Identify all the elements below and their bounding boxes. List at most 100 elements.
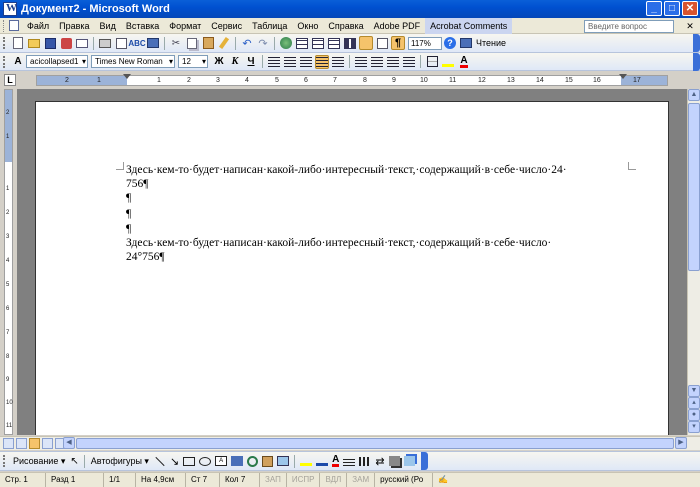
left-indent-marker[interactable] xyxy=(123,74,131,79)
horizontal-scroll-thumb[interactable] xyxy=(76,438,674,449)
empty-paragraph[interactable]: ¶ xyxy=(126,191,628,205)
empty-paragraph[interactable]: ¶ xyxy=(126,222,628,236)
close-button[interactable]: ✕ xyxy=(682,1,698,16)
arrow-style-icon[interactable]: ⇄ xyxy=(375,455,384,468)
status-column[interactable]: Кол 7 xyxy=(220,473,260,487)
menu-file[interactable]: Файл xyxy=(22,18,54,34)
menu-tools[interactable]: Сервис xyxy=(206,18,247,34)
insert-excel-icon[interactable] xyxy=(327,36,341,50)
zoom-select[interactable]: 117% xyxy=(408,36,442,50)
status-overtype[interactable]: ЗАМ xyxy=(347,473,376,487)
help-icon[interactable]: ? xyxy=(443,36,457,50)
toolbar-options-button[interactable] xyxy=(693,34,700,52)
highlight-icon[interactable] xyxy=(441,55,455,69)
word-app-icon[interactable] xyxy=(3,2,17,16)
redo-icon[interactable]: ↷ xyxy=(256,36,270,50)
ask-question-input[interactable]: Введите вопрос xyxy=(584,20,674,33)
select-browse-object-button[interactable]: ● xyxy=(688,409,700,421)
horizontal-scrollbar[interactable]: ◀ ▶ xyxy=(0,436,700,450)
3d-style-icon[interactable] xyxy=(403,456,415,466)
menu-window[interactable]: Окно xyxy=(292,18,323,34)
menu-adobe-pdf[interactable]: Adobe PDF xyxy=(369,18,426,34)
close-document-button[interactable]: ✕ xyxy=(684,20,696,32)
numbering-icon[interactable] xyxy=(354,55,368,69)
oval-icon[interactable] xyxy=(199,456,212,466)
font-select[interactable]: Times New Roman xyxy=(91,55,175,68)
document-map-icon[interactable] xyxy=(375,36,389,50)
underline-button[interactable]: Ч xyxy=(244,55,258,69)
bold-button[interactable]: Ж xyxy=(212,55,226,69)
rectangle-icon[interactable] xyxy=(183,456,196,466)
status-extend[interactable]: ВДЛ xyxy=(320,473,348,487)
align-right-icon[interactable] xyxy=(299,55,313,69)
right-indent-marker[interactable] xyxy=(619,74,627,79)
status-section[interactable]: Разд 1 xyxy=(46,473,104,487)
scroll-down-button[interactable]: ▼ xyxy=(688,385,700,397)
clip-art-icon[interactable] xyxy=(262,455,274,467)
insert-picture-icon[interactable] xyxy=(277,456,290,466)
menu-insert[interactable]: Вставка xyxy=(121,18,164,34)
print-icon[interactable] xyxy=(98,36,112,50)
web-layout-view-button[interactable] xyxy=(16,438,27,449)
drawing-menu[interactable]: Рисование ▾ xyxy=(13,456,65,467)
justify-icon[interactable] xyxy=(315,54,329,69)
toolbar-grip[interactable] xyxy=(3,55,6,68)
toolbar-options-button[interactable] xyxy=(693,52,700,71)
menu-acrobat-comments[interactable]: Acrobat Comments xyxy=(425,17,513,34)
format-painter-icon[interactable] xyxy=(217,36,231,50)
arrow-icon[interactable]: ↘ xyxy=(170,455,179,468)
vertical-ruler[interactable]: 2 1 1 2 3 4 5 6 7 8 9 10 11 xyxy=(0,89,16,435)
save-icon[interactable] xyxy=(43,36,57,50)
diagram-icon[interactable] xyxy=(247,455,259,467)
status-position[interactable]: На 4,9см xyxy=(136,473,186,487)
reading-layout-label[interactable]: Чтение xyxy=(476,38,506,48)
status-page[interactable]: Стр. 1 xyxy=(0,473,46,487)
status-language[interactable]: русский (Ро xyxy=(375,473,434,487)
scroll-right-button[interactable]: ▶ xyxy=(675,437,687,449)
italic-button[interactable]: К xyxy=(228,55,242,69)
line-icon[interactable] xyxy=(155,456,165,466)
spelling-icon[interactable]: ABC xyxy=(128,36,145,50)
hyperlink-icon[interactable] xyxy=(279,36,293,50)
fill-color-icon[interactable] xyxy=(300,456,313,466)
menu-grip[interactable] xyxy=(3,19,6,32)
normal-view-button[interactable] xyxy=(3,438,14,449)
undo-icon[interactable]: ↶ xyxy=(240,36,254,50)
document-icon[interactable] xyxy=(9,20,19,31)
menu-table[interactable]: Таблица xyxy=(247,18,292,34)
reading-layout-icon[interactable] xyxy=(459,36,473,50)
columns-icon[interactable] xyxy=(343,36,357,50)
paste-icon[interactable] xyxy=(201,36,215,50)
previous-page-button[interactable]: ▴ xyxy=(688,397,700,409)
menu-edit[interactable]: Правка xyxy=(54,18,94,34)
menu-view[interactable]: Вид xyxy=(95,18,121,34)
vertical-scrollbar[interactable]: ▲ ▼ ▴ ● ▾ xyxy=(687,89,700,435)
scroll-left-button[interactable]: ◀ xyxy=(63,437,75,449)
vertical-scroll-thumb[interactable] xyxy=(688,103,700,271)
spelling-status-icon[interactable]: ✍ xyxy=(433,473,453,487)
align-left-icon[interactable] xyxy=(267,55,281,69)
next-page-button[interactable]: ▾ xyxy=(688,421,700,433)
decrease-indent-icon[interactable] xyxy=(386,55,400,69)
print-layout-view-button[interactable] xyxy=(29,438,40,449)
email-icon[interactable] xyxy=(75,36,89,50)
style-select[interactable]: acicollapsed1 xyxy=(26,55,88,68)
menu-format[interactable]: Формат xyxy=(164,18,206,34)
permission-icon[interactable] xyxy=(59,36,73,50)
line-style-icon[interactable] xyxy=(343,456,356,466)
insert-table-icon[interactable] xyxy=(311,36,325,50)
font-color-icon[interactable]: A xyxy=(457,55,471,69)
status-record-macro[interactable]: ЗАП xyxy=(260,473,287,487)
text-box-icon[interactable]: A xyxy=(215,456,228,466)
bullets-icon[interactable] xyxy=(370,55,384,69)
open-folder-icon[interactable] xyxy=(27,36,41,50)
paragraph-2[interactable]: Здесь·кем-то·будет·написан·какой-либо·ин… xyxy=(126,236,628,264)
scroll-up-button[interactable]: ▲ xyxy=(688,89,700,101)
empty-paragraph[interactable]: ¶ xyxy=(126,207,628,221)
status-line[interactable]: Ст 7 xyxy=(186,473,220,487)
print-preview-icon[interactable] xyxy=(114,36,128,50)
line-color-icon[interactable] xyxy=(316,456,329,466)
outline-view-button[interactable] xyxy=(42,438,53,449)
borders-icon[interactable] xyxy=(425,55,439,69)
status-track-changes[interactable]: ИСПР xyxy=(287,473,321,487)
